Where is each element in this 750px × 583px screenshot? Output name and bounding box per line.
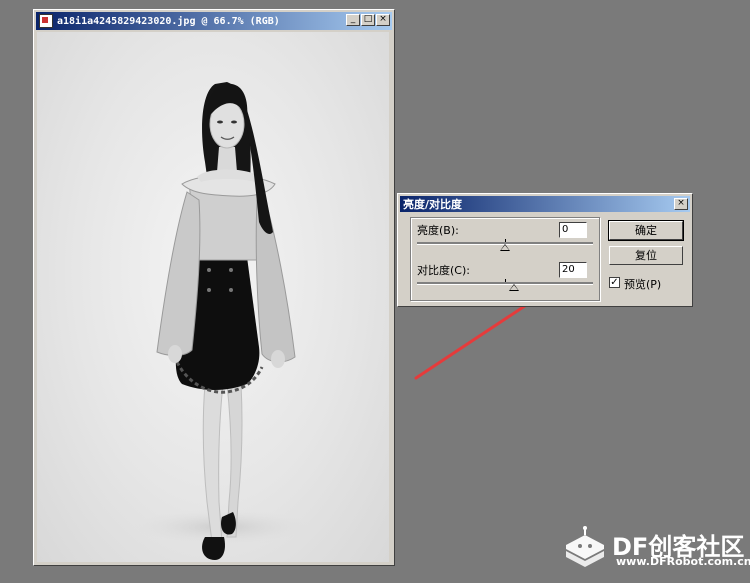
preview-label: 预览(P) (624, 278, 662, 291)
brightness-slider-center-tick (505, 239, 506, 242)
contrast-input[interactable]: 20 (559, 262, 587, 278)
contrast-slider-thumb[interactable] (508, 284, 519, 291)
adjustment-group: 亮度(B): 0 对比度(C): 20 (410, 217, 600, 301)
brightness-slider-thumb[interactable] (500, 244, 510, 251)
dfrobot-logo-icon (566, 526, 604, 567)
dfrobot-watermark: DF创客社区 www.DFRobot.com.cn (562, 525, 750, 575)
brightness-contrast-dialog[interactable]: 亮度/对比度 × 亮度(B): 0 对比度(C): 20 确定 复位 ✓ 预览(… (397, 193, 693, 307)
watermark-site-text: www.DFRobot.com.cn (616, 555, 750, 568)
brightness-label: 亮度(B): (417, 224, 459, 237)
dialog-title: 亮度/对比度 (403, 198, 463, 211)
ok-button[interactable]: 确定 (608, 220, 684, 241)
contrast-slider-track[interactable] (417, 282, 593, 285)
dialog-titlebar[interactable]: 亮度/对比度 × (400, 196, 690, 212)
preview-checkbox[interactable]: ✓ (609, 277, 620, 288)
brightness-input[interactable]: 0 (559, 222, 587, 238)
contrast-label: 对比度(C): (417, 264, 470, 277)
dialog-close-button[interactable]: × (674, 198, 688, 210)
reset-button[interactable]: 复位 (609, 246, 683, 265)
contrast-slider-center-tick (505, 279, 506, 282)
